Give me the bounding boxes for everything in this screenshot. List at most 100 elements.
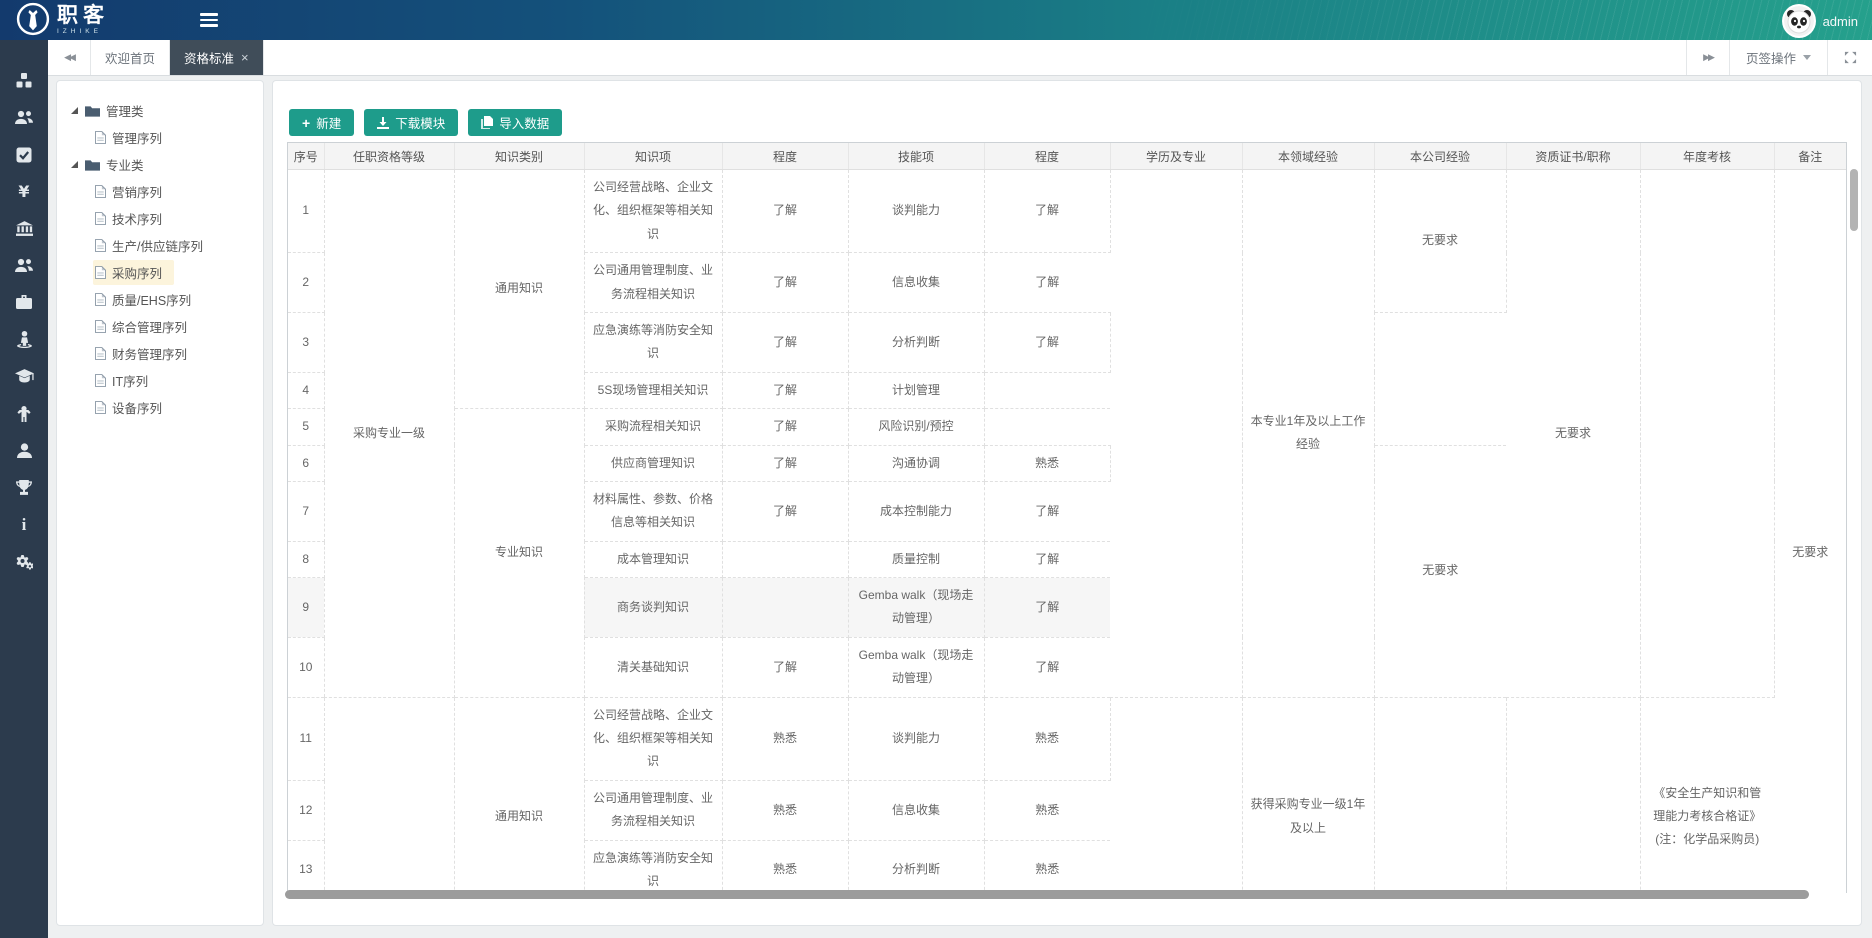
tab-operations-dropdown[interactable]: 页签操作 — [1729, 40, 1827, 75]
users-icon[interactable] — [0, 99, 48, 136]
cell-degree: 了解 — [722, 445, 848, 481]
col-header-knowledge-category: 知识类别 — [454, 143, 584, 170]
cell-degree: 了解 — [722, 481, 848, 541]
cell-skill: Gemba walk（现场走动管理） — [848, 578, 984, 638]
cell-skill: 分析判断 — [848, 312, 984, 372]
new-button[interactable]: + 新建 — [289, 109, 354, 136]
file-icon — [95, 131, 106, 144]
download-icon — [377, 117, 389, 129]
graduation-cap-icon[interactable] — [0, 358, 48, 395]
tree-item-finance-management-series[interactable]: 财务管理序列 — [93, 340, 257, 367]
category-tree-panel: 管理类 管理序列 专业类 营销序列 技术序列 生产/供应链序列 采购序列 质量/… — [56, 80, 264, 926]
cell-no: 1 — [288, 170, 324, 253]
cell-certificate: 无要求 — [1506, 170, 1640, 698]
street-view-icon[interactable] — [0, 321, 48, 358]
tree-item-production-supplychain-series[interactable]: 生产/供应链序列 — [93, 232, 257, 259]
cell-skill-degree — [984, 409, 1110, 445]
child-icon[interactable] — [0, 395, 48, 432]
tree-item-management-series[interactable]: 管理序列 — [93, 124, 257, 151]
tree-item-label: 设备序列 — [112, 398, 162, 417]
col-header-skill-item: 技能项 — [848, 143, 984, 170]
file-icon — [95, 239, 106, 252]
logo-text: 职客 — [57, 5, 109, 26]
download-template-button[interactable]: 下载模块 — [364, 109, 458, 136]
cell-skill-degree: 熟悉 — [984, 840, 1110, 893]
cell-skill: 风险识别/预控 — [848, 409, 984, 445]
cell-education — [1110, 170, 1242, 698]
cell-degree: 了解 — [722, 170, 848, 253]
cell-company-experience: 无要求 — [1374, 445, 1506, 697]
cell-skill: 沟通协调 — [848, 445, 984, 481]
col-header-certificate: 资质证书/职称 — [1506, 143, 1640, 170]
tree-item-marketing-series[interactable]: 营销序列 — [93, 178, 257, 205]
tree-item-label: 质量/EHS序列 — [112, 290, 191, 309]
cogs-icon[interactable] — [0, 543, 48, 580]
tab-qualification-standard[interactable]: 资格标准 × — [170, 40, 264, 75]
tree-item-procurement-series[interactable]: 采购序列 — [93, 259, 257, 286]
tree-item-quality-ehs-series[interactable]: 质量/EHS序列 — [93, 286, 257, 313]
cell-remark: 无要求 — [1774, 170, 1846, 894]
tree-group-professional[interactable]: 专业类 — [71, 151, 257, 178]
user-menu[interactable]: admin — [1782, 4, 1858, 38]
team-icon[interactable] — [0, 247, 48, 284]
tree-item-label: 营销序列 — [112, 182, 162, 201]
cell-no: 9 — [288, 578, 324, 638]
file-icon — [95, 374, 106, 387]
yen-icon[interactable]: ¥ — [0, 173, 48, 210]
user-icon[interactable] — [0, 432, 48, 469]
cell-degree — [722, 541, 848, 577]
download-button-label: 下载模块 — [395, 113, 445, 132]
import-data-button[interactable]: 导入数据 — [468, 109, 562, 136]
qualification-table: 序号 任职资格等级 知识类别 知识项 程度 技能项 程度 学历及专业 本领域经验… — [288, 143, 1846, 893]
tabbar-spacer — [264, 40, 1686, 75]
cubes-icon[interactable] — [0, 62, 48, 99]
fullscreen-toggle[interactable] — [1827, 40, 1872, 75]
tabs-scroll-right-icon[interactable]: ▶▶ — [1686, 40, 1729, 75]
info-icon[interactable]: i — [0, 506, 48, 543]
horizontal-scrollbar-thumb[interactable] — [285, 890, 1809, 899]
tab-label: 欢迎首页 — [105, 48, 155, 67]
cell-knowledge-item: 公司经营战略、企业文化、组织框架等相关知识 — [584, 170, 722, 253]
tree-item-technology-series[interactable]: 技术序列 — [93, 205, 257, 232]
import-button-label: 导入数据 — [499, 113, 549, 132]
cell-knowledge-item: 5S现场管理相关知识 — [584, 372, 722, 408]
col-header-annual-review: 年度考核 — [1640, 143, 1774, 170]
cell-no: 10 — [288, 637, 324, 697]
tree-expanded-caret-icon — [71, 107, 78, 114]
cell-company-experience — [1374, 312, 1506, 445]
cell-skill-degree: 了解 — [984, 253, 1110, 313]
trophy-icon[interactable] — [0, 469, 48, 506]
cell-knowledge-item: 商务谈判知识 — [584, 578, 722, 638]
cell-skill-degree: 熟悉 — [984, 697, 1110, 780]
cell-no: 4 — [288, 372, 324, 408]
cell-skill-degree: 了解 — [984, 541, 1110, 577]
username-label: admin — [1823, 14, 1858, 29]
check-square-icon[interactable] — [0, 136, 48, 173]
tab-close-icon[interactable]: × — [241, 51, 249, 64]
bank-icon[interactable] — [0, 210, 48, 247]
briefcase-icon[interactable] — [0, 284, 48, 321]
tree-item-label: 管理序列 — [112, 128, 162, 147]
tabs-scroll-left-icon[interactable]: ◀◀ — [48, 40, 91, 75]
cell-certificate — [1506, 697, 1640, 893]
cell-no: 6 — [288, 445, 324, 481]
tab-welcome[interactable]: 欢迎首页 — [91, 40, 170, 75]
cell-annual-review — [1640, 170, 1774, 698]
hamburger-menu-icon[interactable] — [200, 13, 218, 30]
cell-degree: 了解 — [722, 253, 848, 313]
col-header-company-experience: 本公司经验 — [1374, 143, 1506, 170]
cell-skill: 谈判能力 — [848, 170, 984, 253]
vertical-scrollbar-thumb[interactable] — [1850, 169, 1858, 231]
tree-item-general-management-series[interactable]: 综合管理序列 — [93, 313, 257, 340]
cell-domain-experience: 本专业1年及以上工作经验 — [1242, 170, 1374, 698]
tree-item-it-series[interactable]: IT序列 — [93, 367, 257, 394]
tree-group-management[interactable]: 管理类 — [71, 97, 257, 124]
logo-tie-icon — [16, 2, 50, 39]
tree-item-equipment-series[interactable]: 设备序列 — [93, 394, 257, 421]
tree-expanded-caret-icon — [71, 161, 78, 168]
logo-subtext: IZHIKE — [57, 29, 109, 36]
col-header-no: 序号 — [288, 143, 324, 170]
cell-skill-degree: 了解 — [984, 481, 1110, 541]
cell-degree: 熟悉 — [722, 780, 848, 840]
col-header-education: 学历及专业 — [1110, 143, 1242, 170]
